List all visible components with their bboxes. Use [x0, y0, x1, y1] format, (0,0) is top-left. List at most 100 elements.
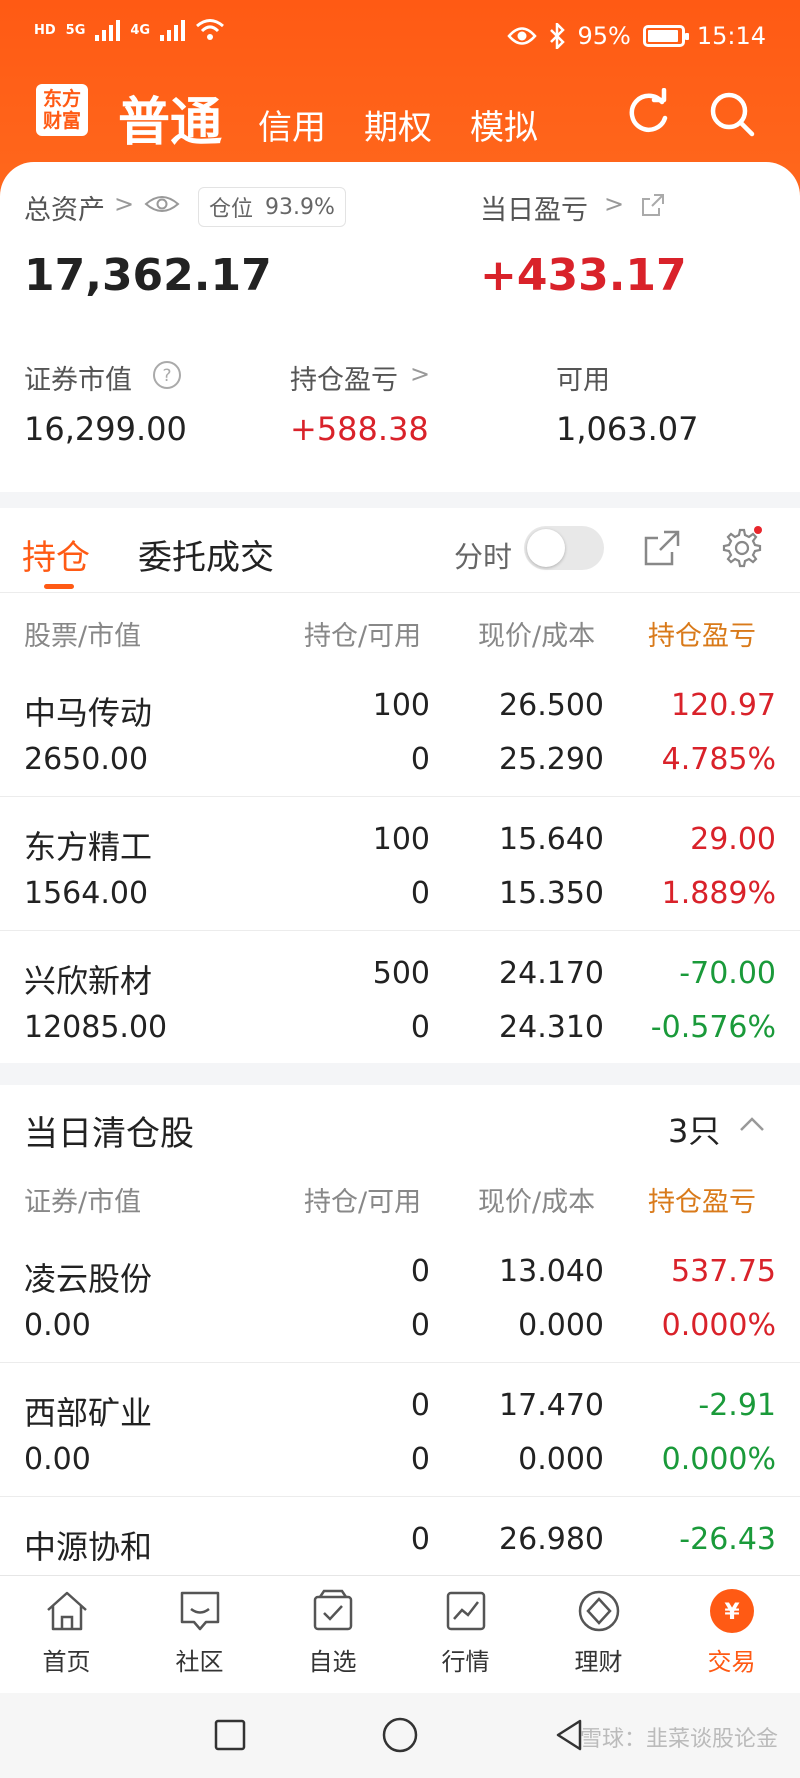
- chevron-right-icon: >: [114, 190, 135, 218]
- holding-pl-value: +588.38: [290, 410, 429, 448]
- holding-pl: -26.43: [679, 1522, 776, 1557]
- row-divider: [0, 1496, 800, 1497]
- settings-gear-icon[interactable]: [720, 524, 764, 572]
- hd-label: HD: [34, 22, 56, 38]
- market-value: 2650.00: [24, 742, 149, 777]
- position-label: 仓位: [209, 197, 254, 222]
- status-bar: HD 5G 4G 95% 15:14: [0, 0, 800, 72]
- stock-name: 凌云股份: [24, 1260, 153, 1298]
- position: 500: [372, 956, 430, 991]
- market-value: 0.00: [24, 1442, 91, 1477]
- wifi-icon: [196, 19, 225, 40]
- tab-simulated[interactable]: 模拟: [470, 100, 538, 149]
- cost-price: 24.310: [499, 1010, 604, 1045]
- toggle-knob: [527, 529, 565, 567]
- available-label: 可用: [556, 365, 610, 396]
- total-assets-label[interactable]: 总资产: [24, 188, 105, 227]
- nav-community[interactable]: 社区: [133, 1586, 266, 1677]
- nav-label: 理财: [574, 1648, 623, 1676]
- position-value: 93.9%: [265, 194, 335, 220]
- home-button-icon[interactable]: [380, 1715, 420, 1755]
- share-icon[interactable]: [640, 192, 666, 218]
- current-price: 24.170: [499, 956, 604, 991]
- watermark: 雪球：韭菜谈股论金: [579, 1727, 778, 1752]
- holding-pl-pct: -0.576%: [650, 1010, 776, 1045]
- available-value: 1,063.07: [556, 410, 699, 448]
- col-header-pl[interactable]: 持仓盈亏: [648, 1180, 756, 1219]
- 4g-label: 4G: [130, 22, 151, 38]
- nav-label: 自选: [308, 1648, 357, 1676]
- app-logo: 东方 财富: [36, 84, 88, 136]
- col-header-pl[interactable]: 持仓盈亏: [648, 614, 756, 653]
- chevron-right-icon: >: [410, 360, 431, 388]
- position: 0: [410, 1254, 430, 1289]
- bluetooth-icon: [550, 23, 566, 49]
- svg-text:¥: ¥: [724, 1600, 740, 1625]
- tab-orders[interactable]: 委托成交: [138, 530, 274, 579]
- export-icon[interactable]: [642, 528, 682, 568]
- cost-price: 15.350: [499, 876, 604, 911]
- status-right: 95% 15:14: [507, 22, 766, 50]
- total-assets-value: 17,362.17: [24, 250, 272, 301]
- row-divider: [0, 1362, 800, 1363]
- nav-label: 行情: [441, 1648, 490, 1676]
- tab-normal[interactable]: 普通: [118, 80, 222, 155]
- col-header-position: 持仓/可用: [304, 621, 422, 652]
- tab-credit[interactable]: 信用: [258, 100, 326, 149]
- svg-text:?: ?: [162, 366, 171, 386]
- chevron-up-icon[interactable]: [738, 1114, 766, 1134]
- tab-holdings[interactable]: 持仓: [22, 530, 90, 579]
- bottom-navigation: 首页 社区 自选 行情 理财 ¥ 交易: [0, 1575, 800, 1693]
- daily-pl-value: +433.17: [480, 250, 687, 301]
- col-header-position: 持仓/可用: [304, 1187, 422, 1218]
- securities-value: 16,299.00: [24, 410, 187, 448]
- tab-options[interactable]: 期权: [364, 100, 432, 149]
- market-icon: [446, 1591, 485, 1631]
- holding-pl: 120.97: [671, 688, 776, 723]
- col-header-price: 现价/成本: [478, 1187, 596, 1218]
- holding-pl: -70.00: [679, 956, 776, 991]
- nav-watchlist[interactable]: 自选: [266, 1586, 399, 1677]
- daily-pl-label[interactable]: 当日盈亏: [480, 188, 588, 227]
- securities-value-label: 证券市值: [24, 365, 132, 396]
- cost-price: 25.290: [499, 742, 604, 777]
- nav-label: 交易: [707, 1648, 756, 1676]
- position-ratio-badge: 仓位 93.9%: [198, 187, 346, 227]
- recent-apps-icon[interactable]: [210, 1715, 250, 1755]
- available: 0: [410, 742, 430, 777]
- eye-icon: [507, 27, 538, 45]
- col-header-stock: 股票/市值: [24, 621, 142, 652]
- stock-name: 东方精工: [24, 828, 153, 866]
- current-price: 26.980: [499, 1522, 604, 1557]
- current-price: 17.470: [499, 1388, 604, 1423]
- nav-wealth[interactable]: 理财: [532, 1586, 665, 1677]
- position: 0: [410, 1522, 430, 1557]
- refresh-icon[interactable]: [622, 88, 674, 140]
- nav-market[interactable]: 行情: [399, 1586, 532, 1677]
- holding-pl: 29.00: [690, 822, 776, 857]
- eye-toggle-icon[interactable]: [144, 192, 180, 216]
- signal-bars-icon: [160, 19, 186, 41]
- row-divider: [0, 930, 800, 931]
- 5g-label: 5G: [65, 22, 86, 38]
- nav-home[interactable]: 首页: [0, 1586, 133, 1677]
- nav-trade[interactable]: ¥ 交易: [665, 1586, 798, 1677]
- help-icon[interactable]: ?: [152, 360, 182, 390]
- stock-name: 中源协和: [24, 1528, 153, 1566]
- holding-pl-label[interactable]: 持仓盈亏: [290, 358, 398, 397]
- cleared-count: 3只: [668, 1112, 721, 1150]
- row-divider: [0, 796, 800, 797]
- market-value: 0.00: [24, 1308, 91, 1343]
- nav-label: 社区: [175, 1648, 224, 1676]
- available: 0: [410, 1010, 430, 1045]
- clock: 15:14: [696, 22, 766, 50]
- position: 0: [410, 1388, 430, 1423]
- signal-indicators: HD 5G 4G: [34, 18, 225, 42]
- current-price: 15.640: [499, 822, 604, 857]
- search-icon[interactable]: [706, 88, 758, 140]
- holding-pl-pct: 4.785%: [661, 742, 776, 777]
- current-price: 26.500: [499, 688, 604, 723]
- stock-name: 中马传动: [24, 694, 153, 732]
- time-share-toggle[interactable]: [524, 526, 604, 570]
- battery-percent: 95%: [577, 22, 631, 50]
